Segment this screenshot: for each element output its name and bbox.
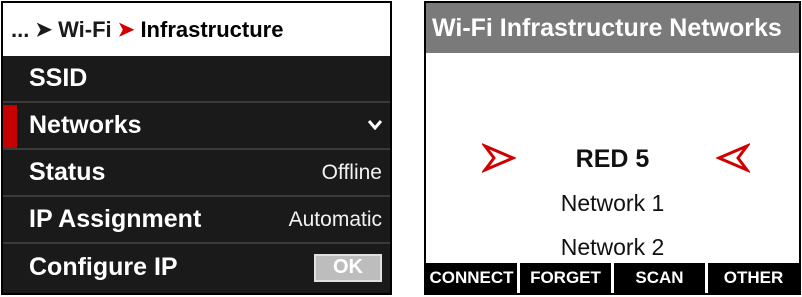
menu-item-label: Networks — [29, 111, 142, 139]
menu-item-label: Status — [29, 158, 106, 186]
other-button[interactable]: OTHER — [708, 263, 799, 293]
status-value: Offline — [321, 160, 382, 184]
menu-item-label: SSID — [29, 64, 88, 92]
menu-item-networks[interactable]: Networks — [3, 103, 390, 150]
chevron-down-icon[interactable] — [367, 117, 383, 135]
menu-item-status[interactable]: Status Offline — [3, 150, 390, 197]
breadcrumb-separator-icon: ➤ — [117, 19, 135, 41]
breadcrumb-separator-icon: ➤ — [35, 19, 53, 41]
network-item[interactable]: Network 2 — [426, 234, 799, 261]
softkey-bar: CONNECT FORGET SCAN OTHER — [426, 263, 799, 293]
menu-item-ip-assignment[interactable]: IP Assignment Automatic — [3, 197, 390, 244]
wifi-infrastructure-menu: ... ➤ Wi-Fi ➤ Infrastructure SSID Networ… — [1, 1, 392, 295]
scan-button[interactable]: SCAN — [614, 263, 705, 293]
menu-item-configure-ip[interactable]: Configure IP OK — [3, 244, 390, 291]
menu-item-label: Configure IP — [29, 253, 178, 281]
forget-button[interactable]: FORGET — [520, 263, 611, 293]
menu-item-label: IP Assignment — [29, 205, 202, 233]
connect-button[interactable]: CONNECT — [426, 263, 517, 293]
breadcrumb-wifi[interactable]: Wi-Fi — [58, 17, 112, 43]
page-title: Wi-Fi Infrastructure Networks — [426, 3, 799, 53]
selection-marker — [3, 105, 17, 148]
breadcrumb-root[interactable]: ... — [11, 17, 29, 43]
breadcrumb: ... ➤ Wi-Fi ➤ Infrastructure — [3, 3, 390, 56]
ip-assignment-value: Automatic — [288, 207, 382, 231]
ok-button[interactable]: OK — [314, 253, 382, 282]
network-item[interactable]: Network 1 — [426, 190, 799, 217]
breadcrumb-current: Infrastructure — [140, 16, 284, 42]
wifi-networks-screen: Wi-Fi Infrastructure Networks RED 5 Netw… — [424, 1, 801, 295]
arrow-left-icon — [715, 142, 752, 178]
menu-item-ssid[interactable]: SSID — [3, 56, 390, 103]
